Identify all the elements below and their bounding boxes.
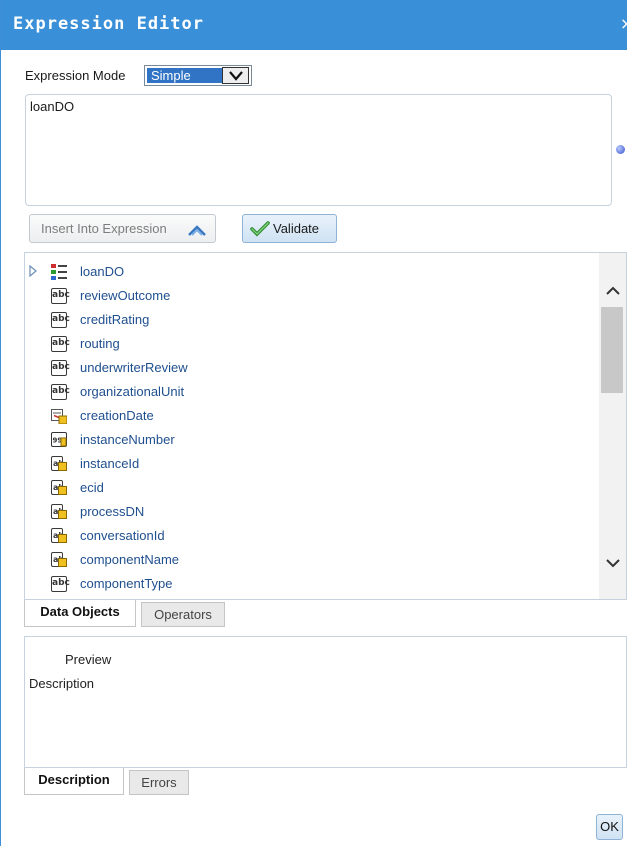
insert-into-expression-button[interactable]: Insert Into Expression	[29, 214, 216, 243]
expression-mode-select[interactable]: Simple	[144, 65, 252, 86]
ok-button[interactable]: OK	[596, 814, 623, 840]
data-object-icon	[51, 264, 67, 280]
tree-item-label: processDN	[80, 504, 145, 519]
tree-item[interactable]: ab processDN	[25, 501, 585, 523]
tree-item[interactable]: abc underwriterReview	[25, 357, 585, 379]
tree-item[interactable]: 99 instanceNumber	[25, 429, 585, 451]
chevron-up-icon[interactable]	[599, 279, 627, 303]
readonly-string-icon: ab	[51, 480, 67, 496]
tree-item-label: routing	[80, 336, 120, 351]
chevron-down-icon[interactable]	[222, 67, 249, 84]
tab-operators[interactable]: Operators	[141, 602, 225, 627]
tree-item-label: componentType	[80, 576, 173, 591]
expression-editor-dialog: Expression Editor × Expression Mode Simp…	[0, 0, 627, 846]
tree-item-label: creationDate	[80, 408, 154, 423]
number-icon: 99	[51, 432, 67, 447]
tree-item[interactable]: abc creditRating	[25, 309, 585, 331]
double-chevron-up-icon	[188, 225, 206, 236]
insert-button-label: Insert Into Expression	[41, 221, 167, 236]
expression-mode-label: Expression Mode	[25, 68, 126, 83]
tree-item-label: instanceId	[80, 456, 140, 471]
abc-string-icon: abc	[51, 360, 70, 376]
tree-item[interactable]: ab instanceId	[25, 453, 585, 475]
expression-textarea[interactable]: loanDO	[25, 94, 612, 206]
tree-item[interactable]: abc componentType	[25, 573, 585, 595]
expression-mode-value: Simple	[147, 68, 222, 83]
tree-item[interactable]: creationDate	[25, 405, 585, 427]
tree-item[interactable]: abc organizationalUnit	[25, 381, 585, 403]
expand-arrow-icon[interactable]	[28, 265, 38, 277]
tree-item[interactable]: ab componentName	[25, 549, 585, 571]
tree-tabs: Data Objects Operators	[24, 600, 627, 628]
tab-errors[interactable]: Errors	[129, 770, 189, 795]
tree-item[interactable]: loanDO	[25, 261, 585, 283]
title-bar: Expression Editor ×	[1, 0, 627, 50]
tree-item[interactable]: abc reviewOutcome	[25, 285, 585, 307]
tree-item-label: organizationalUnit	[80, 384, 185, 399]
tree-item-label: creditRating	[80, 312, 150, 327]
calendar-icon	[51, 409, 67, 424]
validate-button-label: Validate	[273, 221, 320, 236]
vertical-scrollbar[interactable]	[599, 253, 626, 599]
tab-data-objects[interactable]: Data Objects	[24, 600, 136, 627]
description-label: Description	[29, 676, 95, 691]
readonly-string-icon: ab	[51, 504, 67, 520]
expression-text: loanDO	[30, 99, 75, 114]
abc-string-icon: abc	[51, 288, 70, 304]
tree-item[interactable]: ab conversationId	[25, 525, 585, 547]
abc-string-icon: abc	[51, 576, 70, 592]
preview-panel: Preview Description	[24, 636, 627, 768]
readonly-string-icon: ab	[51, 456, 67, 472]
readonly-string-icon: ab	[51, 528, 67, 544]
tree-item-label: ecid	[80, 480, 104, 495]
abc-string-icon: abc	[51, 312, 70, 328]
dialog-title: Expression Editor	[13, 14, 204, 34]
close-icon[interactable]: ×	[620, 14, 627, 33]
validate-button[interactable]: Validate	[242, 214, 337, 243]
tree-item[interactable]: abc routing	[25, 333, 585, 355]
preview-label: Preview	[65, 652, 112, 667]
data-objects-tree[interactable]: loanDO abc reviewOutcome abc creditRatin…	[24, 252, 627, 600]
preview-tabs: Description Errors	[24, 768, 627, 796]
tree-item-label: instanceNumber	[80, 432, 175, 447]
tree-item[interactable]: ab ecid	[25, 477, 585, 499]
scrollbar-thumb[interactable]	[601, 307, 623, 393]
tree-item-label: reviewOutcome	[80, 288, 171, 303]
readonly-string-icon: ab	[51, 552, 67, 568]
checkmark-icon	[250, 221, 270, 237]
abc-string-icon: abc	[51, 384, 70, 400]
tree-item-label: componentName	[80, 552, 179, 567]
chevron-down-icon[interactable]	[599, 551, 627, 575]
tree-item-label: conversationId	[80, 528, 165, 543]
tab-description[interactable]: Description	[24, 768, 124, 795]
tree-item-label: loanDO	[80, 264, 125, 279]
info-dot-icon[interactable]	[616, 145, 625, 154]
tree-item-label: underwriterReview	[80, 360, 188, 375]
abc-string-icon: abc	[51, 336, 70, 352]
